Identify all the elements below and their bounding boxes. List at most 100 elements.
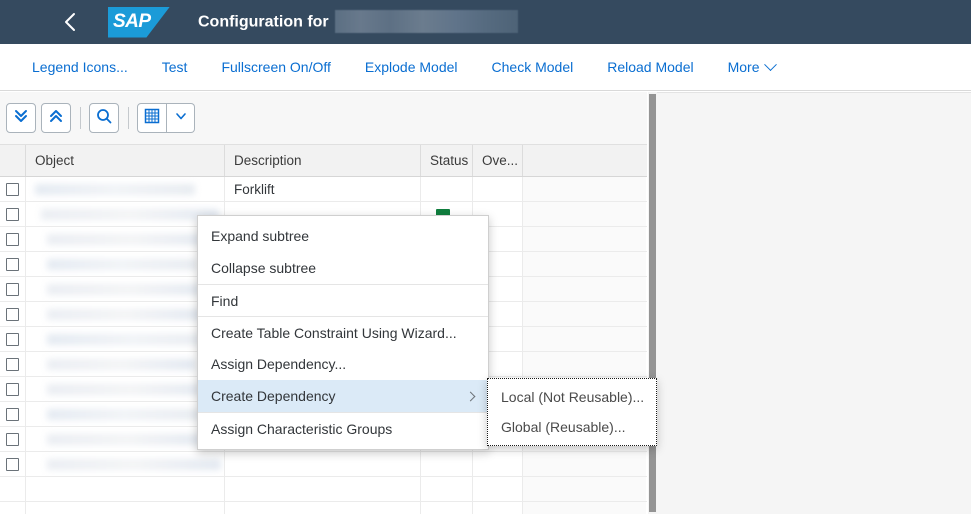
cell-spacer bbox=[523, 452, 646, 476]
row-checkbox[interactable] bbox=[6, 232, 19, 246]
action-explode-model[interactable]: Explode Model bbox=[355, 53, 468, 81]
cell-spacer bbox=[523, 202, 646, 226]
row-select-cell[interactable] bbox=[0, 252, 26, 276]
cell-spacer bbox=[523, 502, 646, 514]
column-header-status[interactable]: Status bbox=[421, 145, 473, 176]
page-title-text: Configuration for bbox=[198, 13, 329, 31]
context-menu-item-assign-dependency[interactable]: Assign Dependency... bbox=[198, 348, 488, 380]
row-select-cell[interactable] bbox=[0, 302, 26, 326]
row-checkbox[interactable] bbox=[6, 382, 19, 396]
action-reload-model[interactable]: Reload Model bbox=[597, 53, 703, 81]
context-menu-item-expand-subtree[interactable]: Expand subtree bbox=[198, 220, 488, 252]
cell-overall bbox=[473, 502, 523, 514]
row-select-cell[interactable] bbox=[0, 452, 26, 476]
row-checkbox[interactable] bbox=[6, 282, 19, 296]
action-fullscreen-toggle[interactable]: Fullscreen On/Off bbox=[211, 53, 340, 81]
chevron-down-icon bbox=[763, 57, 777, 71]
row-checkbox[interactable] bbox=[6, 257, 19, 271]
row-checkbox[interactable] bbox=[6, 307, 19, 321]
expand-all-button[interactable] bbox=[6, 103, 36, 133]
action-check-model[interactable]: Check Model bbox=[482, 53, 584, 81]
cell-spacer bbox=[523, 227, 646, 251]
column-header-overall[interactable]: Ove... bbox=[473, 145, 523, 176]
cell-object bbox=[26, 177, 225, 201]
row-select-cell[interactable] bbox=[0, 377, 26, 401]
context-menu-item-assign-characteristic-groups[interactable]: Assign Characteristic Groups bbox=[198, 412, 488, 444]
row-checkbox[interactable] bbox=[6, 182, 19, 196]
cell-object bbox=[26, 452, 225, 476]
cell-status bbox=[421, 177, 473, 201]
column-header-object[interactable]: Object bbox=[26, 145, 225, 176]
collapse-all-button[interactable] bbox=[41, 103, 71, 133]
cell-object bbox=[26, 227, 225, 251]
search-button[interactable] bbox=[89, 103, 119, 133]
cell-spacer bbox=[523, 477, 646, 501]
row-select-cell[interactable] bbox=[0, 202, 26, 226]
table-row[interactable]: Forklift bbox=[0, 177, 647, 202]
back-button[interactable] bbox=[48, 0, 92, 44]
row-select-cell[interactable] bbox=[0, 502, 26, 514]
table-header-row: Object Description Status Ove... bbox=[0, 144, 647, 177]
context-menu: Expand subtree Collapse subtree Find Create… bbox=[197, 215, 489, 450]
column-header-description[interactable]: Description bbox=[225, 145, 421, 176]
row-select-cell[interactable] bbox=[0, 477, 26, 501]
column-header-select[interactable] bbox=[0, 145, 26, 176]
context-menu-item-label: Collapse subtree bbox=[211, 260, 317, 276]
context-menu-item-create-table-constraint-using-wizard[interactable]: Create Table Constraint Using Wizard... bbox=[198, 316, 488, 348]
page-title: Configuration for bbox=[198, 9, 518, 33]
row-select-cell[interactable] bbox=[0, 427, 26, 451]
table-row[interactable] bbox=[0, 502, 647, 514]
row-select-cell[interactable] bbox=[0, 352, 26, 376]
row-select-cell[interactable] bbox=[0, 227, 26, 251]
row-checkbox[interactable] bbox=[6, 357, 19, 371]
cell-overall bbox=[473, 477, 523, 501]
cell-overall bbox=[473, 177, 523, 201]
table-settings-dropdown-button[interactable] bbox=[167, 103, 195, 133]
cell-description bbox=[225, 502, 421, 514]
cell-description: Forklift bbox=[225, 177, 421, 201]
row-select-cell[interactable] bbox=[0, 277, 26, 301]
row-checkbox[interactable] bbox=[6, 407, 19, 421]
row-checkbox[interactable] bbox=[6, 332, 19, 346]
row-select-cell[interactable] bbox=[0, 177, 26, 201]
submenu-item-local-not-reusable[interactable]: Local (Not Reusable)... bbox=[488, 382, 656, 412]
cell-object bbox=[26, 327, 225, 351]
cell-description bbox=[225, 452, 421, 476]
table-toolbar bbox=[0, 92, 647, 144]
action-explode-model-label: Explode Model bbox=[364, 59, 458, 75]
row-checkbox[interactable] bbox=[6, 432, 19, 446]
toolbar-separator-1 bbox=[80, 107, 81, 129]
row-checkbox[interactable] bbox=[6, 457, 19, 471]
row-select-cell[interactable] bbox=[0, 402, 26, 426]
table-settings-button[interactable] bbox=[137, 103, 167, 133]
action-toolbar: Legend Icons... Test Fullscreen On/Off E… bbox=[0, 44, 971, 91]
cell-spacer bbox=[523, 302, 646, 326]
action-legend-icons[interactable]: Legend Icons... bbox=[22, 53, 138, 81]
submenu-item-global-reusable[interactable]: Global (Reusable)... bbox=[488, 412, 656, 442]
context-menu-item-collapse-subtree[interactable]: Collapse subtree bbox=[198, 252, 488, 284]
chevron-down-icon bbox=[174, 109, 188, 128]
context-menu-item-create-dependency[interactable]: Create Dependency bbox=[198, 380, 488, 412]
redacted-object-name bbox=[47, 283, 212, 295]
row-checkbox[interactable] bbox=[6, 207, 19, 221]
shell-header: SAP Configuration for bbox=[0, 0, 971, 44]
cell-object bbox=[26, 352, 225, 376]
action-more[interactable]: More bbox=[718, 53, 785, 81]
create-dependency-submenu: Local (Not Reusable)... Global (Reusable… bbox=[487, 378, 657, 446]
context-menu-item-label: Find bbox=[211, 292, 239, 309]
table-row[interactable] bbox=[0, 452, 647, 477]
context-menu-item-find[interactable]: Find bbox=[198, 284, 488, 316]
context-menu-padding bbox=[198, 444, 488, 449]
sap-logo-text: SAP bbox=[113, 10, 151, 32]
scrollbar-thumb[interactable] bbox=[649, 94, 656, 512]
redacted-object-name bbox=[41, 208, 219, 220]
redacted-title-value bbox=[334, 9, 518, 33]
table-row[interactable] bbox=[0, 477, 647, 502]
action-test[interactable]: Test bbox=[152, 53, 198, 81]
action-test-label: Test bbox=[161, 59, 188, 75]
cell-status bbox=[421, 452, 473, 476]
row-select-cell[interactable] bbox=[0, 327, 26, 351]
chevron-right-icon bbox=[465, 391, 476, 401]
table-vertical-scrollbar[interactable] bbox=[648, 92, 657, 514]
redacted-object-name bbox=[47, 433, 209, 445]
